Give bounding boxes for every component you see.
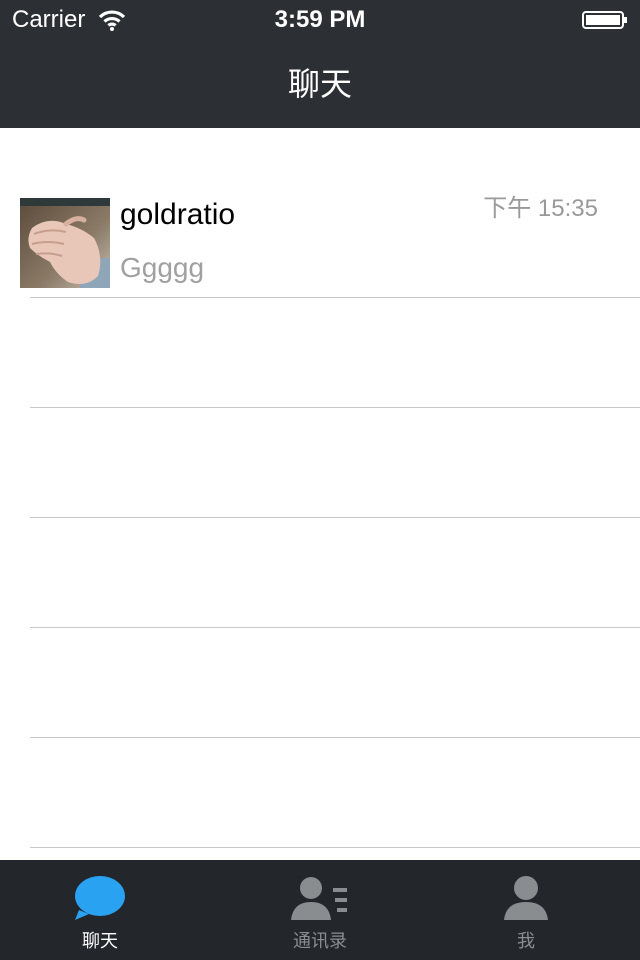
hand-photo-avatar	[20, 198, 110, 288]
list-separator	[30, 297, 640, 298]
chat-message-preview: Ggggg	[120, 252, 205, 283]
tab-contacts[interactable]: 通讯录	[220, 860, 420, 960]
list-separator	[30, 847, 640, 848]
chat-timestamp: 下午 15:35	[483, 195, 598, 222]
tab-chat-label: 聊天	[82, 931, 118, 951]
chat-bubble-icon	[75, 876, 125, 920]
tab-chat[interactable]: 聊天	[0, 860, 200, 960]
list-separator	[30, 407, 640, 408]
list-separator	[30, 517, 640, 518]
list-separator	[30, 737, 640, 738]
chat-list-item[interactable]: goldratio 下午 15:35 Ggggg	[0, 188, 640, 298]
tab-contacts-label: 通讯录	[293, 931, 347, 951]
person-icon	[504, 876, 548, 920]
tab-me-label: 我	[517, 931, 535, 951]
chat-contact-name: goldratio	[120, 198, 236, 231]
tab-bar: 聊天 通讯录 我	[0, 860, 640, 960]
status-bar: Carrier 3:59 PM	[0, 0, 640, 40]
list-separator	[30, 627, 640, 628]
battery-icon	[582, 11, 627, 29]
page-title: 聊天	[287, 66, 352, 102]
status-time: 3:59 PM	[274, 6, 366, 33]
tab-me[interactable]: 我	[426, 860, 626, 960]
top-bar: Carrier 3:59 PM 聊天	[0, 0, 640, 128]
contacts-icon	[291, 877, 347, 920]
avatar[interactable]	[20, 198, 110, 288]
chat-list: goldratio 下午 15:35 Ggggg	[0, 128, 640, 860]
